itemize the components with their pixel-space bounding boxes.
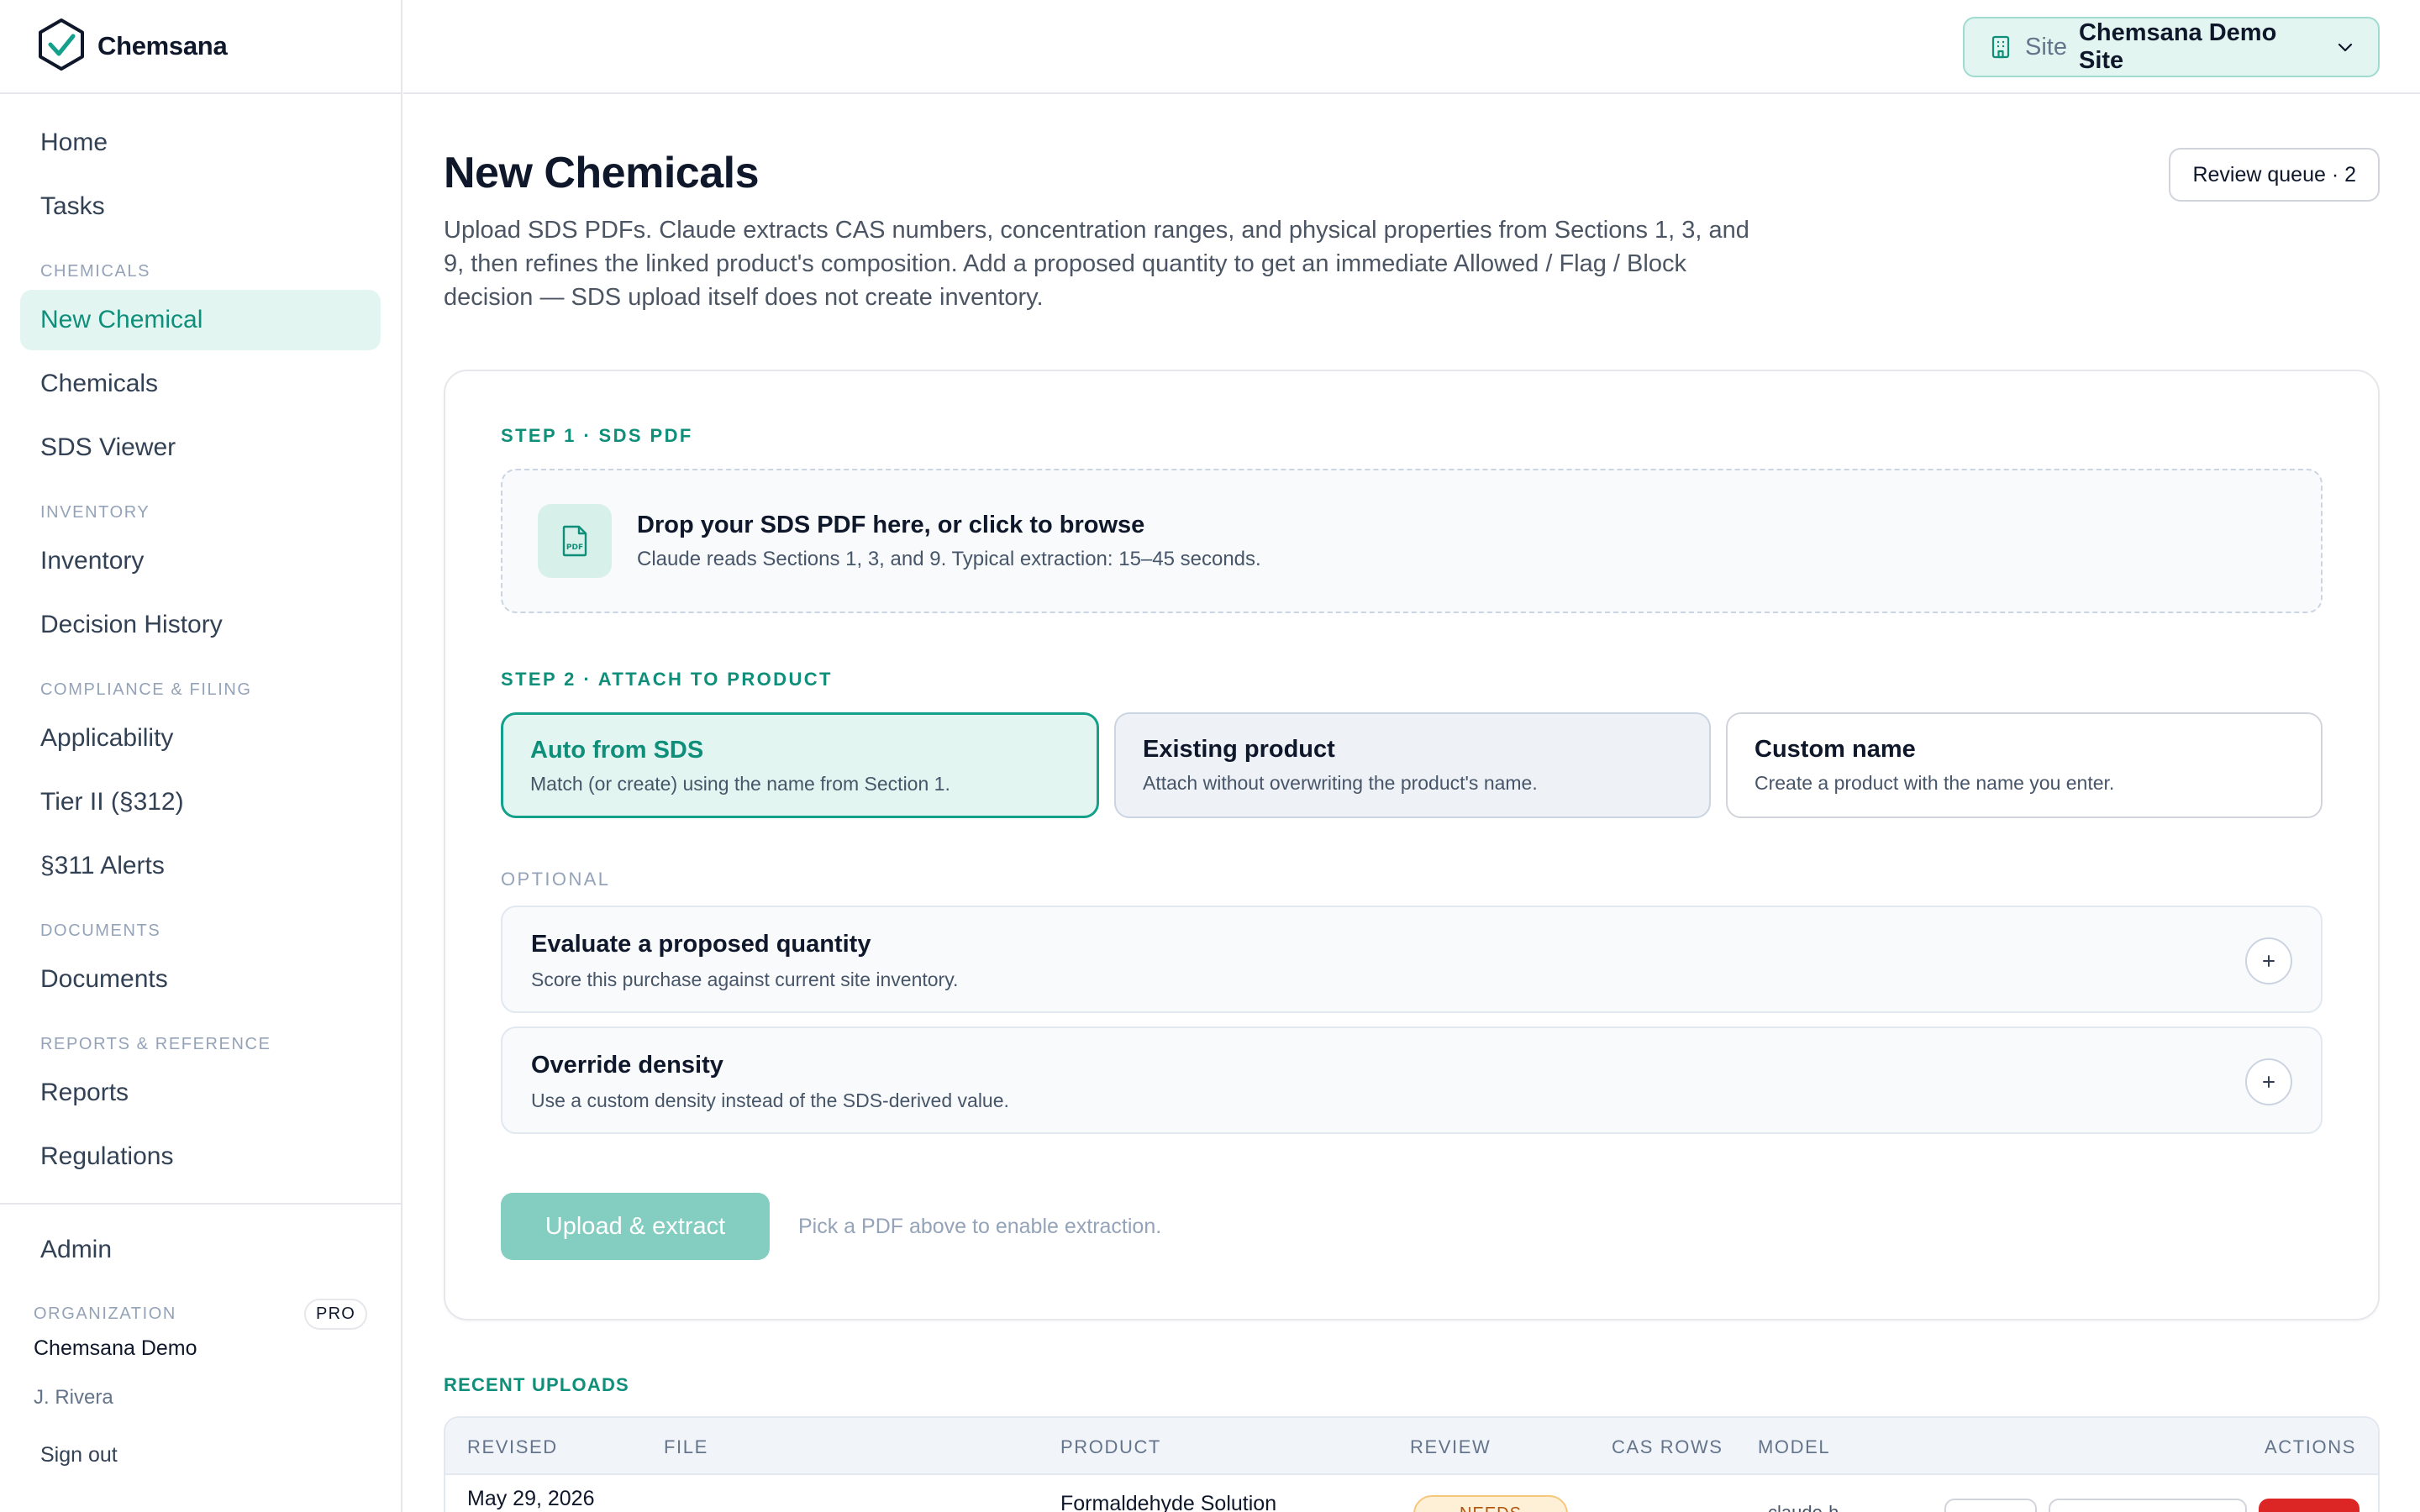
recent-uploads-label: RECENT UPLOADS [444,1374,629,1395]
step2-label: STEP 2 · ATTACH TO PRODUCT [501,669,833,690]
site-value: Chemsana Demo Site [2078,19,2277,74]
sidebar-section-reports: REPORTS & REFERENCE [40,1035,271,1053]
sidebar-item-regulations[interactable]: Regulations [20,1126,381,1187]
dropzone-title: Drop your SDS PDF here, or click to brow… [637,511,1145,538]
option-auto-from-sds[interactable]: Auto from SDS Match (or create) using th… [501,712,1099,818]
cell-revised: May 29, 2026 [467,1487,595,1510]
dropzone-text: Drop your SDS PDF here, or click to brow… [637,512,1261,571]
upload-hint: Pick a PDF above to enable extraction. [798,1214,1162,1238]
sidebar-item-applicability[interactable]: Applicability [20,708,381,769]
column-header: REVISED [467,1436,558,1457]
accordion-subtitle: Use a custom density instead of the SDS-… [531,1089,1009,1111]
option-existing-product[interactable]: Existing product Attach without overwrit… [1114,712,1711,818]
table-header: REVISED FILE PRODUCT REVIEW CAS ROWS MOD… [445,1418,2378,1475]
sidebar-item-documents[interactable]: Documents [20,949,381,1010]
brand-name: Chemsana [97,31,228,60]
sidebar-section-compliance: COMPLIANCE & FILING [40,680,252,699]
sidebar-item-tasks[interactable]: Tasks [20,176,381,237]
sidebar-nav: Home Tasks CHEMICALS New Chemical Chemic… [0,94,401,1203]
column-header: CAS ROWS [1612,1436,1723,1457]
chevron-down-icon [2334,36,2356,58]
review-queue-button[interactable]: Review queue · 2 [2169,148,2380,202]
upload-extract-button[interactable]: Upload & extract [501,1193,770,1260]
sidebar-item-new-chemical[interactable]: New Chemical [20,290,381,350]
sds-dropzone[interactable]: PDF Drop your SDS PDF here, or click to … [501,469,2323,613]
dropzone-subtitle: Claude reads Sections 1, 3, and 9. Typic… [637,547,1261,570]
row-action-button[interactable] [1944,1499,2037,1512]
column-header: FILE [664,1436,708,1457]
sidebar-item-home[interactable]: Home [20,113,381,173]
override-density-accordion[interactable]: Override density Use a custom density in… [501,1026,2323,1134]
building-icon [1988,34,2013,60]
step1-label: STEP 1 · SDS PDF [501,425,693,446]
sidebar-item-tier-ii[interactable]: Tier II (§312) [20,772,381,832]
chemsana-logo-icon [37,18,86,76]
plus-icon[interactable] [2245,937,2292,984]
recent-uploads-table: REVISED FILE PRODUCT REVIEW CAS ROWS MOD… [444,1416,2380,1512]
sidebar: Chemsana Home Tasks CHEMICALS New Chemic… [0,0,402,1512]
column-header: REVIEW [1410,1436,1491,1457]
sidebar-item-reports[interactable]: Reports [20,1063,381,1123]
option-subtitle: Match (or create) using the name from Se… [530,773,950,795]
table-row[interactable]: May 29, 2026 Formaldehyde Solution NEEDS… [445,1475,2378,1512]
topbar: Site Chemsana Demo Site [403,0,2420,94]
main-content: New Chemicals Review queue · 2 Upload SD… [444,94,2380,1512]
sign-out-link[interactable]: Sign out [20,1443,381,1467]
option-subtitle: Attach without overwriting the product's… [1143,772,1538,794]
sidebar-item-admin[interactable]: Admin [20,1220,381,1280]
svg-text:PDF: PDF [566,543,583,552]
org-label: ORGANIZATION [34,1305,176,1323]
user-name: J. Rivera [34,1386,113,1409]
accordion-subtitle: Score this purchase against current site… [531,969,959,990]
sidebar-item-311-alerts[interactable]: §311 Alerts [20,836,381,896]
org-name: Chemsana Demo [34,1336,197,1360]
sidebar-section-documents: DOCUMENTS [40,921,161,940]
option-title: Existing product [1143,736,1335,763]
action-row: Upload & extract Pick a PDF above to ena… [501,1193,2323,1260]
plus-icon[interactable] [2245,1058,2292,1105]
sidebar-footer: Admin ORGANIZATION PRO Chemsana Demo J. … [0,1203,401,1512]
option-subtitle: Create a product with the name you enter… [1754,772,2115,794]
sidebar-item-decision-history[interactable]: Decision History [20,595,381,655]
column-header: PRODUCT [1060,1436,1161,1457]
sidebar-section-inventory: INVENTORY [40,503,150,522]
option-custom-name[interactable]: Custom name Create a product with the na… [1726,712,2323,818]
brand[interactable]: Chemsana [0,0,401,94]
org-row: ORGANIZATION PRO [20,1299,381,1330]
site-picker[interactable]: Site Chemsana Demo Site [1963,17,2380,77]
sidebar-item-inventory[interactable]: Inventory [20,531,381,591]
title-row: New Chemicals Review queue · 2 [444,94,2380,203]
attach-options: Auto from SDS Match (or create) using th… [501,712,2323,818]
column-header: MODEL [1758,1436,1831,1457]
sidebar-section-chemicals: CHEMICALS [40,262,151,281]
upload-card: STEP 1 · SDS PDF PDF Drop your SDS PDF h… [444,370,2380,1320]
site-label: Site [2025,33,2067,60]
sidebar-item-chemicals[interactable]: Chemicals [20,354,381,414]
optional-label: OPTIONAL [501,869,611,890]
pdf-file-icon: PDF [538,504,612,578]
review-status-badge: NEEDS [1413,1495,1568,1512]
option-title: Custom name [1754,736,1916,763]
plan-badge: PRO [304,1299,367,1330]
column-header: ACTIONS [2265,1436,2356,1457]
evaluate-quantity-accordion[interactable]: Evaluate a proposed quantity Score this … [501,906,2323,1013]
row-action-button[interactable] [2049,1499,2247,1512]
cell-model: claude-h [1768,1502,1839,1512]
cell-product: Formaldehyde Solution [1060,1492,1277,1512]
accordion-title: Evaluate a proposed quantity [531,931,871,958]
sidebar-item-sds-viewer[interactable]: SDS Viewer [20,417,381,478]
page-title: New Chemicals [444,149,760,197]
option-title: Auto from SDS [530,737,704,764]
row-delete-button[interactable] [2259,1499,2360,1512]
page-intro: Upload SDS PDFs. Claude extracts CAS num… [444,217,1749,311]
accordion-title: Override density [531,1052,723,1079]
